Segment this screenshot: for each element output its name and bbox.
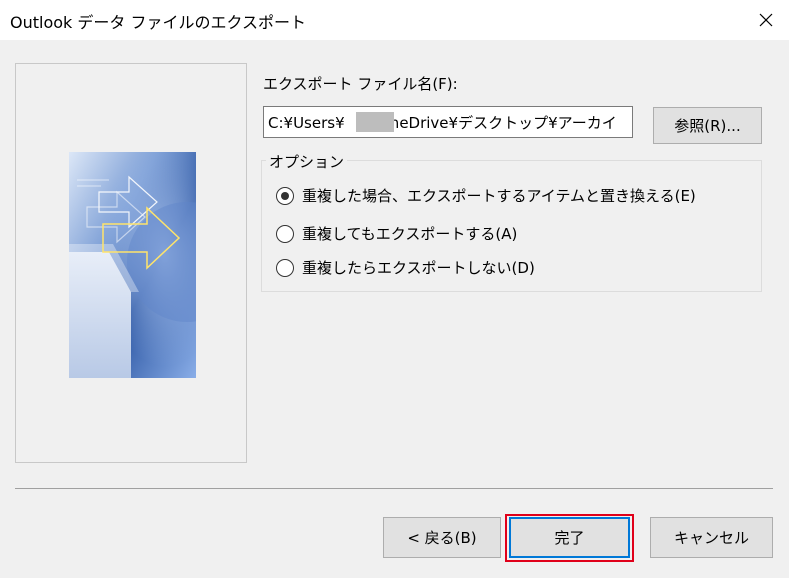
option-label: 重複してもエクスポートする(A): [302, 225, 518, 243]
radio-button[interactable]: [276, 224, 294, 243]
export-filename-label: エクスポート ファイル名(F):: [263, 75, 458, 93]
radio-button-selected[interactable]: [276, 186, 294, 205]
cancel-button[interactable]: キャンセル: [650, 517, 773, 558]
window-title: Outlook データ ファイルのエクスポート: [10, 13, 306, 32]
browse-button[interactable]: 参照(R)...: [653, 107, 762, 144]
redacted-username: [356, 112, 394, 132]
radio-button[interactable]: [276, 258, 294, 277]
option-skip-duplicates[interactable]: 重複したらエクスポートしない(D): [276, 257, 535, 278]
close-icon: [759, 13, 773, 27]
radio-dot: [281, 191, 289, 200]
option-label: 重複した場合、エクスポートするアイテムと置き換える(E): [302, 187, 696, 205]
export-wizard-graphic: [69, 152, 196, 378]
back-button[interactable]: < 戻る(B): [383, 517, 501, 558]
option-allow-duplicates[interactable]: 重複してもエクスポートする(A): [276, 223, 517, 244]
option-label: 重複したらエクスポートしない(D): [302, 259, 535, 277]
options-legend: オプション: [266, 151, 348, 172]
wizard-image-panel: [15, 63, 247, 463]
finish-button[interactable]: 完了: [509, 517, 630, 558]
close-button[interactable]: [743, 0, 789, 40]
option-replace-duplicates[interactable]: 重複した場合、エクスポートするアイテムと置き換える(E): [276, 185, 696, 206]
title-bar: Outlook データ ファイルのエクスポート: [0, 0, 789, 40]
footer-divider: [15, 488, 773, 489]
export-filename-input[interactable]: [263, 106, 633, 138]
